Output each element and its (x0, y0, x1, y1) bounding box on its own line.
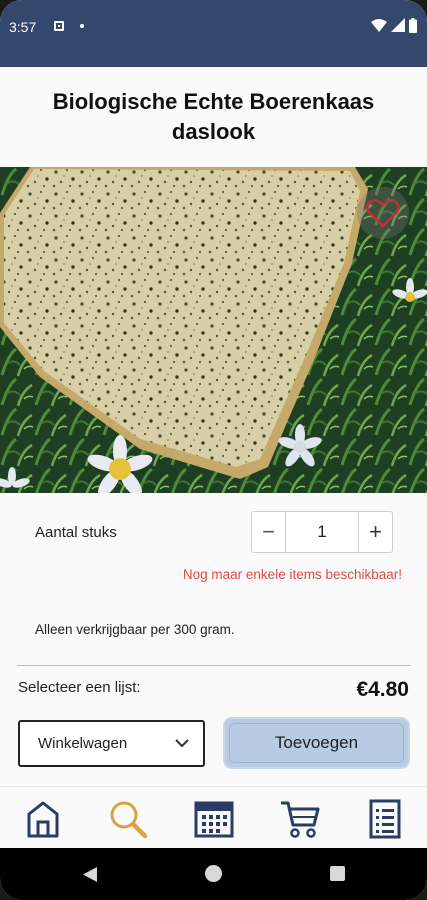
bottom-nav (0, 786, 427, 848)
back-icon[interactable] (82, 866, 98, 883)
select-list-label: Selecteer een lijst: (18, 679, 141, 696)
decrease-quantity-button[interactable]: − (252, 512, 286, 552)
availability-note: Alleen verkrijgbaar per 300 gram. (35, 622, 235, 637)
system-navigation-bar (0, 848, 427, 900)
list-dropdown-value: Winkelwagen (38, 735, 128, 752)
nav-cart[interactable] (278, 797, 322, 841)
nav-search[interactable] (106, 797, 150, 841)
title-area: Biologische Echte Boerenkaas daslook (0, 67, 427, 167)
stock-warning: Nog maar enkele items beschikbaar! (182, 567, 402, 582)
nav-home[interactable] (21, 797, 65, 841)
nav-list[interactable] (363, 797, 407, 841)
app-screen: 3:57 Biologische Echte Boerenkaas dasloo… (0, 0, 427, 900)
product-price: €4.80 (356, 678, 409, 701)
status-bar: 3:57 (0, 0, 427, 67)
notification-icon (54, 21, 64, 31)
chevron-down-icon (175, 739, 189, 748)
add-to-list-button[interactable]: Toevoegen (223, 717, 410, 769)
favorite-button[interactable] (357, 187, 409, 239)
product-title: Biologische Echte Boerenkaas daslook (52, 89, 375, 144)
status-icons (371, 17, 417, 33)
add-button-label: Toevoegen (274, 733, 359, 752)
list-dropdown[interactable]: Winkelwagen (18, 720, 205, 767)
quantity-stepper: − 1 + (251, 511, 393, 553)
recent-apps-icon[interactable] (330, 866, 345, 881)
heart-icon (366, 199, 400, 228)
home-icon (27, 801, 59, 838)
home-button-icon[interactable] (205, 865, 222, 882)
search-icon (110, 801, 148, 839)
notification-dot-icon (80, 24, 84, 28)
signal-icon (391, 18, 405, 32)
quantity-value[interactable]: 1 (286, 512, 358, 552)
nav-calendar[interactable] (192, 797, 236, 841)
status-time: 3:57 (9, 19, 37, 35)
calendar-icon (194, 801, 234, 838)
increase-quantity-button[interactable]: + (358, 512, 392, 552)
divider (17, 665, 410, 666)
cart-icon (281, 801, 320, 838)
quantity-label: Aantal stuks (35, 524, 117, 541)
list-icon (369, 799, 401, 839)
wifi-icon (371, 18, 387, 32)
battery-icon (409, 17, 417, 33)
